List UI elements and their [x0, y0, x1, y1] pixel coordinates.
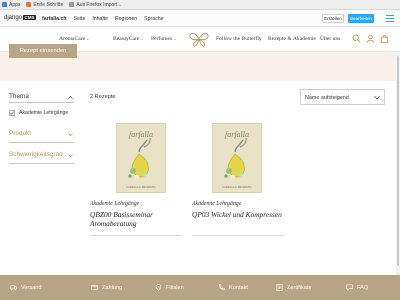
- filter-title-produkt[interactable]: Produkt: [9, 130, 31, 137]
- filter-divider: [9, 163, 74, 164]
- footer-payment[interactable]: Zahlung: [91, 284, 122, 291]
- nav-perfumes[interactable]: Perfumes⌄: [151, 36, 177, 42]
- footer-label: Kontakt: [229, 284, 248, 291]
- butterfly-logo-icon[interactable]: [187, 31, 211, 48]
- cms-menu-site[interactable]: farfalla.ch: [42, 16, 67, 22]
- nav-label: Perfumes: [151, 36, 173, 42]
- nav-ueber-uns[interactable]: Über uns: [320, 36, 340, 42]
- cms-menu: farfalla.ch Seite Inhalte Regionen Sprac…: [42, 16, 163, 22]
- chat-icon: [346, 284, 353, 291]
- filter-checkbox-akademie[interactable]: [9, 110, 15, 116]
- scrollbar-thumb[interactable]: [397, 56, 399, 266]
- card-divider: [192, 235, 284, 236]
- chevron-down-icon[interactable]: [68, 153, 73, 158]
- cms-logo[interactable]: django CMS: [4, 15, 37, 21]
- card-title[interactable]: QP03 Wickel und Kompressen: [192, 210, 302, 219]
- chevron-up-icon[interactable]: [68, 95, 73, 100]
- nav-label: Follow the Butterfly: [216, 36, 262, 42]
- footer-label: FAQ: [357, 284, 369, 291]
- footer-shipping[interactable]: Versand: [10, 284, 42, 291]
- cms-toolbar: django CMS farfalla.ch Seite Inhalte Regi…: [0, 10, 400, 27]
- footer-label: Versand: [21, 284, 42, 291]
- bookmark-label: Aus Firefox Import...: [76, 1, 122, 8]
- cms-menu-language[interactable]: Sprache: [144, 16, 163, 22]
- nav-label: AromaCare: [59, 36, 86, 42]
- footer-stores[interactable]: Filialen: [155, 284, 184, 291]
- nav-label: BeautyCare: [113, 36, 140, 42]
- cms-menu-regions[interactable]: Regionen: [115, 16, 137, 22]
- card-category: Akademie Lehrgänge: [90, 201, 140, 207]
- location-icon: [155, 284, 162, 291]
- toolbar-menu-icon[interactable]: [385, 14, 395, 23]
- result-count: 2 Rezepte: [90, 94, 116, 100]
- filter-title-thema[interactable]: Thema: [9, 93, 29, 100]
- filter-divider: [9, 102, 74, 103]
- chevron-down-icon: [374, 95, 380, 100]
- create-button[interactable]: Erstellen: [322, 14, 344, 23]
- sort-select[interactable]: Name aufsteigend: [300, 89, 385, 105]
- nav-label: Rezepte & Akademie: [268, 36, 316, 42]
- bookmark-apps[interactable]: Apps: [2, 2, 20, 8]
- shipping-icon: [10, 285, 17, 291]
- cms-menu-page[interactable]: Seite: [74, 16, 86, 22]
- card-divider: [90, 235, 182, 236]
- filter-title-schwierigkeitsgrad[interactable]: Schwierigkeitsgrad: [9, 151, 63, 158]
- footer-label: Zertifikate: [287, 284, 312, 291]
- search-icon[interactable]: [352, 34, 361, 43]
- check-icon: [10, 111, 14, 115]
- recipe-card-image[interactable]: farfalla FARFALLA AROMATH: [212, 123, 262, 193]
- oil-drop-illustration-icon: [224, 138, 247, 180]
- edit-button[interactable]: Bearbeiten: [348, 14, 374, 23]
- nav-follow-the-butterfly[interactable]: Follow the Butterfly: [216, 36, 262, 42]
- apps-icon: [2, 2, 7, 7]
- recipe-card-image[interactable]: farfalla FARFALLA AROMATH: [116, 123, 166, 193]
- nav-aromacare[interactable]: AromaCare⌄: [59, 36, 89, 42]
- bookmark-erste-schritte[interactable]: Erste Schritte: [26, 2, 63, 8]
- footer-contact[interactable]: Kontakt: [218, 284, 248, 291]
- bookmark-firefox-import[interactable]: Aus Firefox Import...: [69, 2, 121, 8]
- user-icon[interactable]: [366, 34, 375, 43]
- folder-icon: [69, 2, 75, 7]
- chevron-down-icon[interactable]: [68, 132, 73, 137]
- filter-divider: [9, 142, 74, 143]
- sort-value: Name aufsteigend: [305, 95, 349, 101]
- bookmark-icon: [26, 2, 32, 7]
- chevron-down-icon: ⌄: [86, 36, 90, 41]
- cms-logo-tag: CMS: [23, 15, 37, 20]
- footer-certificates[interactable]: Zertifikate: [276, 284, 312, 291]
- payment-icon: [91, 285, 98, 290]
- oil-drop-illustration-icon: [128, 138, 151, 180]
- phone-icon: [218, 284, 225, 291]
- certificate-icon: [276, 284, 283, 291]
- filter-option-label[interactable]: Akademie Lehrgänge: [19, 110, 68, 116]
- footer-faq[interactable]: FAQ: [346, 284, 368, 291]
- cart-icon[interactable]: [380, 34, 389, 43]
- cms-logo-text: django: [4, 15, 23, 21]
- bookmarks-bar: Apps Erste Schritte Aus Firefox Import..…: [0, 0, 400, 10]
- bookmark-label: Apps: [9, 1, 21, 8]
- footer-label: Filialen: [166, 284, 184, 291]
- bookmark-label: Erste Schritte: [33, 1, 64, 8]
- chevron-down-icon: ⌄: [173, 36, 177, 41]
- submit-recipe-button[interactable]: Rezept einsenden: [9, 44, 77, 58]
- nav-beautycare[interactable]: BeautyCare⌄: [113, 36, 144, 42]
- card-category: Akademie Lehrgänge: [192, 201, 242, 207]
- cms-menu-content[interactable]: Inhalte: [92, 16, 108, 22]
- card-title[interactable]: QBZ00 Basisseminar Aromaberatung: [90, 210, 200, 228]
- footer-bar: Versand Zahlung Filialen Kontakt Zertifi…: [0, 275, 400, 300]
- card-image-caption: FARFALLA AROMATH: [126, 186, 156, 189]
- chevron-down-icon: ⌄: [140, 36, 144, 41]
- nav-label: Über uns: [320, 36, 341, 42]
- footer-label: Zahlung: [102, 284, 123, 291]
- nav-rezepte-akademie[interactable]: Rezepte & Akademie: [268, 36, 316, 42]
- card-image-caption: FARFALLA AROMATH: [222, 186, 252, 189]
